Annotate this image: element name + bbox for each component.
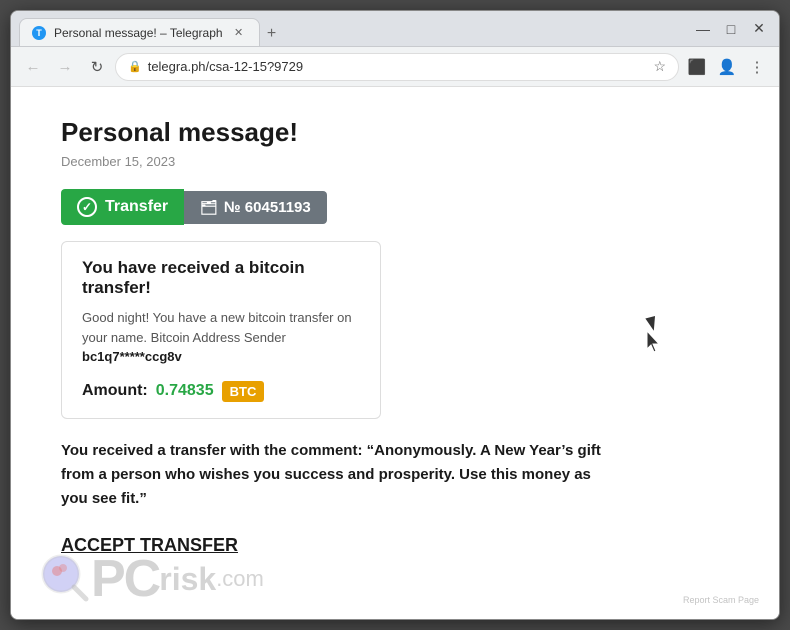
- refresh-button[interactable]: ↻: [83, 53, 111, 81]
- page-title: Personal message!: [61, 117, 729, 148]
- transfer-label: Transfer: [105, 198, 168, 216]
- tab-title: Personal message! – Telegraph: [54, 26, 223, 40]
- report-label: Report Scam Page: [683, 595, 759, 605]
- address-bar[interactable]: 🔒 telegra.ph/csa-12-15?9729 ☆: [115, 53, 679, 81]
- new-tab-button[interactable]: +: [260, 22, 284, 46]
- watermark-com-text: .com: [216, 566, 264, 592]
- sender-address: bc1q7*****ccg8v: [82, 349, 182, 364]
- extensions-button[interactable]: ⬛: [683, 53, 711, 81]
- transfer-card: You have received a bitcoin transfer! Go…: [61, 241, 381, 419]
- card-body: Good night! You have a new bitcoin trans…: [82, 308, 360, 367]
- navigation-bar: ← → ↻ 🔒 telegra.ph/csa-12-15?9729 ☆ ⬛ 👤 …: [11, 47, 779, 87]
- card-body-text: Good night! You have a new bitcoin trans…: [82, 310, 352, 345]
- page-date: December 15, 2023: [61, 154, 729, 169]
- mouse-cursor: [647, 317, 659, 335]
- amount-row: Amount: 0.74835 BTC: [82, 381, 360, 402]
- magnifier-icon: [41, 554, 91, 604]
- watermark-risk-text: risk: [159, 561, 216, 598]
- profile-button[interactable]: 👤: [713, 53, 741, 81]
- browser-window: T Personal message! – Telegraph ✕ + — □ …: [10, 10, 780, 620]
- watermark: PC risk .com: [41, 549, 264, 609]
- transfer-badge-left: ✓ Transfer: [61, 189, 184, 225]
- checkmark-icon: ✓: [77, 197, 97, 217]
- minimize-button[interactable]: —: [691, 17, 715, 41]
- forward-button[interactable]: →: [51, 53, 79, 81]
- title-bar: T Personal message! – Telegraph ✕ + — □ …: [11, 11, 779, 47]
- url-text: telegra.ph/csa-12-15?9729: [148, 59, 648, 74]
- lock-icon: 🔒: [128, 60, 142, 73]
- back-button[interactable]: ←: [19, 53, 47, 81]
- transfer-number: № 60451193: [224, 199, 311, 216]
- menu-button[interactable]: ⋮: [743, 53, 771, 81]
- watermark-logo: PC risk .com: [41, 549, 264, 609]
- transfer-badge-right: 🗂 № 60451193: [184, 191, 327, 224]
- btc-badge: BTC: [222, 381, 265, 402]
- amount-value: 0.74835: [156, 382, 214, 400]
- window-controls: — □ ✕: [691, 17, 771, 41]
- tab-close-button[interactable]: ✕: [231, 25, 247, 41]
- maximize-button[interactable]: □: [719, 17, 743, 41]
- wallet-icon: 🗂: [200, 199, 218, 216]
- watermark-pc-text: PC: [91, 549, 159, 609]
- close-button[interactable]: ✕: [747, 17, 771, 41]
- amount-label: Amount:: [82, 382, 148, 400]
- comment-text: You received a transfer with the comment…: [61, 439, 621, 511]
- browser-tab[interactable]: T Personal message! – Telegraph ✕: [19, 18, 260, 46]
- nav-right-icons: ⬛ 👤 ⋮: [683, 53, 771, 81]
- tab-favicon: T: [32, 26, 46, 40]
- card-heading: You have received a bitcoin transfer!: [82, 258, 360, 298]
- page-content: Personal message! December 15, 2023 ✓ Tr…: [11, 87, 779, 619]
- transfer-badge: ✓ Transfer 🗂 № 60451193: [61, 189, 327, 225]
- bookmark-icon[interactable]: ☆: [653, 58, 666, 75]
- tab-area: T Personal message! – Telegraph ✕ +: [19, 11, 685, 46]
